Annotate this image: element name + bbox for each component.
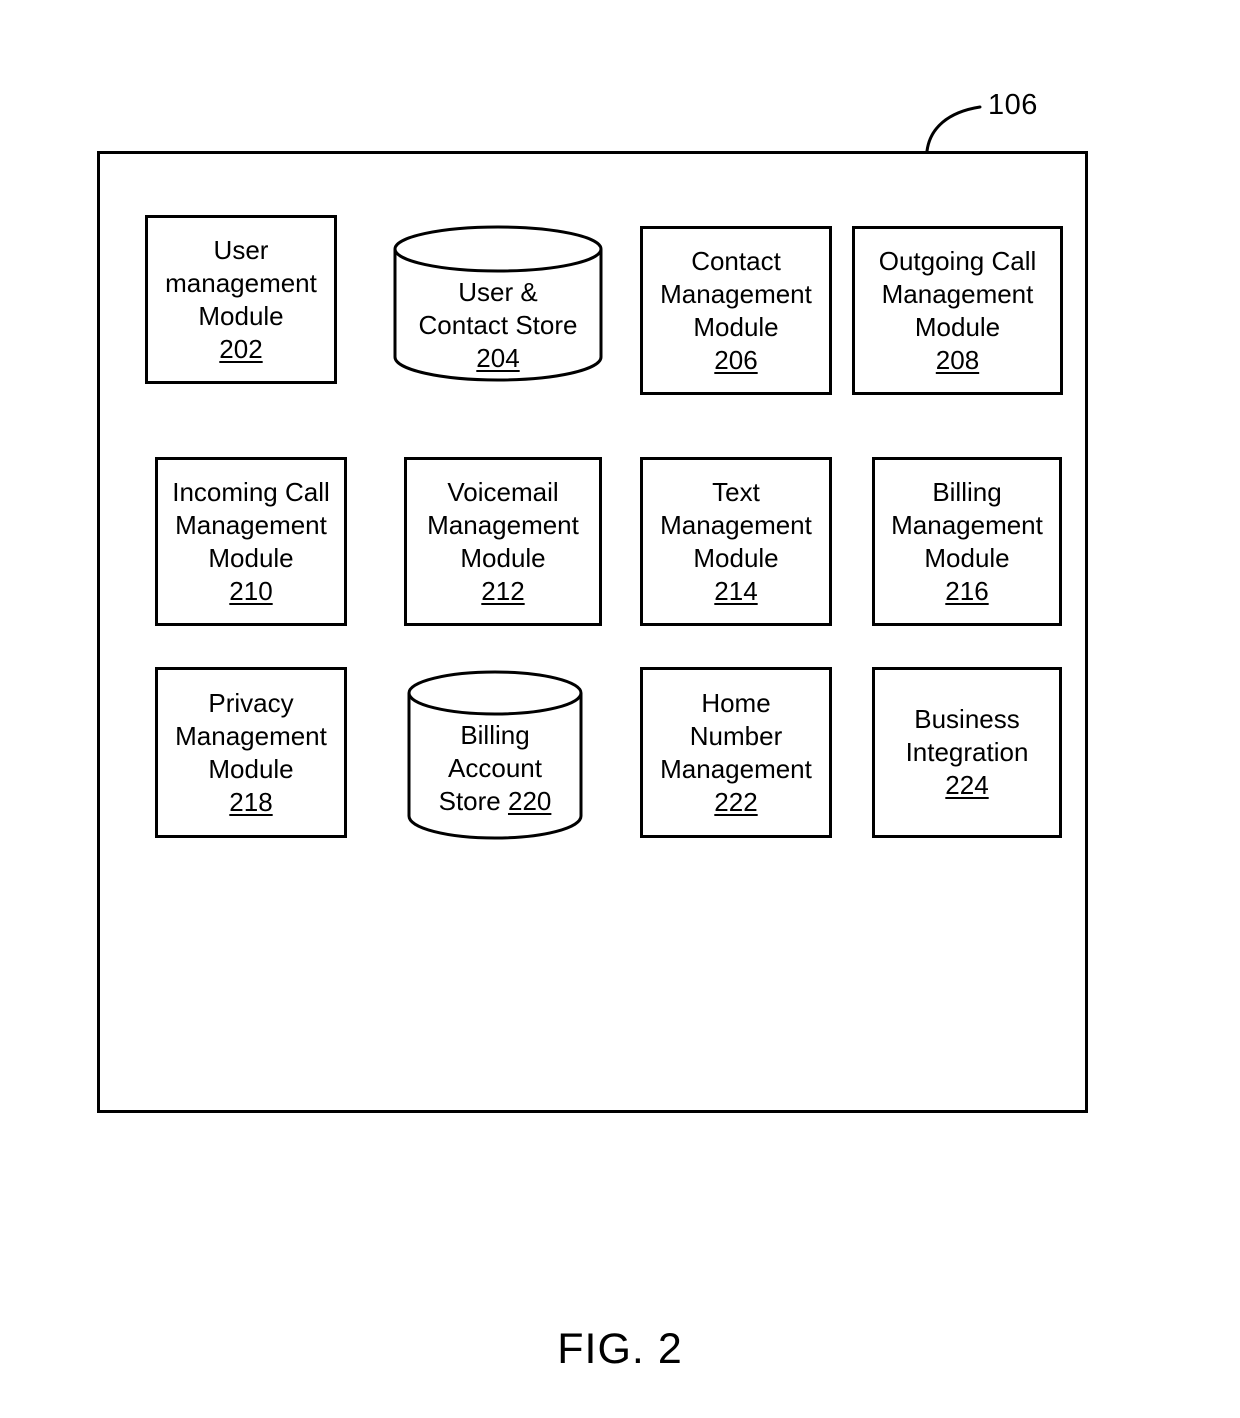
module-reference-number: 222	[714, 786, 758, 817]
module-home-number-management-222[interactable]: Home Number Management 222	[640, 667, 832, 838]
module-label-line-2: Number	[689, 720, 783, 751]
datastore-label-line-1: Billing	[460, 720, 530, 750]
datastore-label-line-1: User &	[458, 277, 538, 307]
module-label-line-3: Module	[460, 542, 546, 573]
module-label-line-2: Management	[891, 509, 1043, 540]
module-reference-number: 202	[219, 333, 263, 364]
module-reference-number: 212	[481, 575, 525, 606]
datastore-billing-account-store-220[interactable]: Billing Account Store 220	[406, 669, 584, 841]
module-label-line-2: Integration	[905, 737, 1029, 767]
module-reference-number: 210	[229, 575, 273, 606]
module-label-line-3: Module	[693, 311, 779, 342]
module-label-line-1: Incoming Call	[172, 476, 330, 507]
module-label-line-2: Management	[175, 509, 327, 540]
datastore-reference-number: 220	[507, 786, 552, 816]
module-label-line-2: Management	[175, 720, 327, 751]
module-label-line-1: Outgoing Call	[878, 245, 1037, 276]
module-label-line-3: Module	[693, 542, 779, 573]
module-reference-number: 224	[945, 770, 989, 800]
figure-caption: FIG. 2	[557, 1325, 683, 1373]
datastore-label-line-2: Contact Store	[418, 310, 578, 340]
module-label-line-3: Module	[208, 542, 294, 573]
module-label-line-2: Management	[881, 278, 1034, 309]
module-label-line-2: Management	[660, 509, 812, 540]
module-label-line-1: Text	[712, 476, 760, 507]
module-business-integration-224[interactable]: Business Integration 224	[872, 667, 1062, 838]
module-label-line-2: Management	[427, 509, 579, 540]
module-label-line-3: Management	[660, 753, 812, 784]
module-label-line-2: Management	[660, 278, 812, 309]
module-reference-number: 208	[935, 344, 980, 375]
module-label-line-3: Module	[208, 753, 294, 784]
module-incoming-call-management-210[interactable]: Incoming Call Management Module 210	[155, 457, 347, 626]
module-label-line-1: User	[213, 234, 269, 265]
module-text-management-214[interactable]: Text Management Module 214	[640, 457, 832, 626]
module-label-line-1: Business	[914, 704, 1020, 734]
module-reference-number: 218	[229, 786, 273, 817]
module-label-line-1: Contact	[691, 245, 781, 276]
datastore-label-store-word: Store	[438, 786, 508, 816]
module-user-management-202[interactable]: User management Module 202	[145, 215, 337, 384]
reference-numeral-106: 106	[988, 89, 1038, 121]
module-label-line-1: Billing	[932, 476, 1002, 507]
module-reference-number: 214	[714, 575, 758, 606]
datastore-reference-number: 204	[476, 343, 520, 373]
module-voicemail-management-212[interactable]: Voicemail Management Module 212	[404, 457, 602, 626]
module-label-line-3: Module	[914, 311, 1001, 342]
module-label-line-1: Privacy	[208, 687, 294, 718]
module-label-line-2: management	[165, 267, 317, 298]
module-reference-number: 216	[945, 575, 989, 606]
module-reference-number: 206	[714, 344, 758, 375]
module-label-line-1: Voicemail	[447, 476, 559, 507]
figure-canvas: 106 User management Module 202 User & Co…	[0, 0, 1240, 1418]
module-label-line-1: Home	[701, 687, 771, 718]
module-outgoing-call-management-208[interactable]: Outgoing Call Management Module 208	[852, 226, 1063, 395]
datastore-user-contact-store-204[interactable]: User & Contact Store 204	[392, 224, 604, 382]
module-billing-management-216[interactable]: Billing Management Module 216	[872, 457, 1062, 626]
module-privacy-management-218[interactable]: Privacy Management Module 218	[155, 667, 347, 838]
datastore-label-line-3: Store 220	[406, 785, 584, 818]
module-contact-management-206[interactable]: Contact Management Module 206	[640, 226, 832, 395]
module-label-line-3: Module	[924, 542, 1010, 573]
datastore-label-line-2: Account	[448, 753, 542, 783]
module-label-line-3: Module	[198, 300, 284, 331]
